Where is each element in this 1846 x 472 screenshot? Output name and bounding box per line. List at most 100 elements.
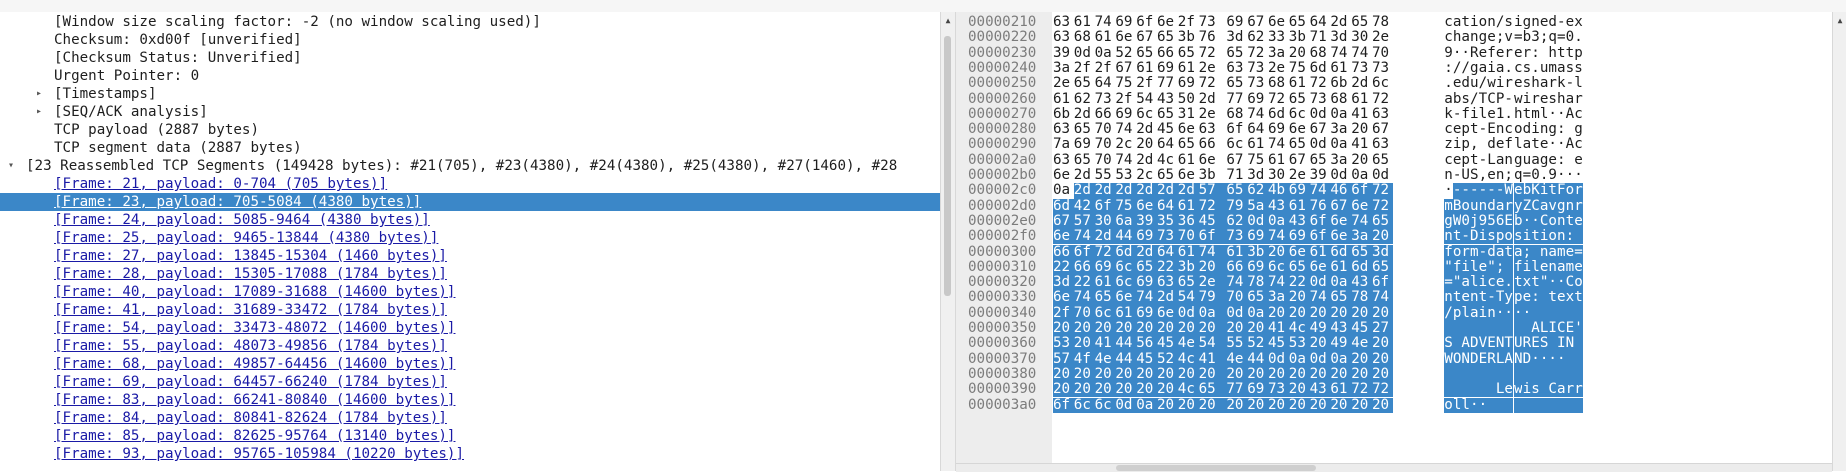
hex-byte[interactable]: 61 xyxy=(1289,75,1310,91)
hex-byte[interactable]: 6d xyxy=(1330,244,1352,260)
hex-byte[interactable]: 66 xyxy=(1053,244,1074,260)
hex-row[interactable]: 000002f0 6e 74 2d 44 69 73 70 6f 73 69 74 69 6f 6e 3a 20… xyxy=(956,228,1832,245)
hex-byte[interactable]: 73 xyxy=(1095,91,1116,107)
packet-details-tree[interactable]: [Window size scaling factor: -2 (no wind… xyxy=(0,12,940,471)
hex-byte[interactable]: 72 xyxy=(1372,182,1393,199)
hex-byte[interactable]: 78 xyxy=(1247,274,1269,291)
hex-byte[interactable]: 69 xyxy=(1074,137,1095,153)
hex-byte[interactable]: 76 xyxy=(1199,29,1227,45)
hex-byte[interactable]: 41 xyxy=(1351,137,1372,153)
hex-byte[interactable]: 65 xyxy=(1177,274,1199,291)
hex-byte[interactable]: 67 xyxy=(1053,213,1074,230)
hex-byte[interactable]: 20 xyxy=(1198,397,1227,413)
frame-link-row[interactable]: [Frame: 69, payload: 64457-66240 (1784 b… xyxy=(0,373,940,391)
hex-byte[interactable]: 74 xyxy=(1136,290,1158,306)
hex-byte[interactable]: 61 xyxy=(1330,381,1352,398)
hex-byte[interactable]: 75 xyxy=(1289,60,1310,76)
hex-byte[interactable]: 5a xyxy=(1247,198,1269,214)
hex-byte[interactable]: 65 xyxy=(1136,45,1157,61)
hex-byte[interactable]: 65 xyxy=(1226,75,1247,91)
hex-byte[interactable]: 57 xyxy=(1053,351,1074,367)
hex-byte[interactable]: 74 xyxy=(1372,290,1393,306)
hex-byte[interactable]: 65 xyxy=(1226,182,1248,199)
tree-row[interactable]: Urgent Pointer: 0 xyxy=(0,67,940,85)
hex-byte[interactable]: 2d xyxy=(1330,14,1351,30)
hex-byte[interactable]: 67 xyxy=(1289,152,1310,168)
hex-byte[interactable]: 61 xyxy=(1095,29,1116,45)
hex-byte[interactable]: 61 xyxy=(1178,152,1199,168)
hex-byte[interactable]: 65 xyxy=(1178,137,1199,153)
hex-byte[interactable]: 2d xyxy=(1115,182,1137,199)
hex-byte[interactable]: 0d xyxy=(1115,397,1137,413)
hex-byte[interactable]: 20 xyxy=(1226,366,1248,383)
hex-byte[interactable]: 63 xyxy=(1157,274,1178,291)
hex-byte[interactable]: 2d xyxy=(1157,290,1178,306)
hex-byte[interactable]: 74 xyxy=(1309,290,1331,306)
hex-byte[interactable]: 61 xyxy=(1074,14,1095,30)
hex-byte[interactable]: 20 xyxy=(1247,320,1269,337)
hex-byte[interactable]: 74 xyxy=(1351,213,1373,230)
ascii-char[interactable]: g xyxy=(1574,121,1583,137)
hex-byte[interactable]: 69 xyxy=(1247,91,1268,107)
hex-byte[interactable]: 20 xyxy=(1288,290,1310,306)
hex-byte[interactable]: 20 xyxy=(1073,320,1095,337)
hex-byte[interactable]: 68 xyxy=(1268,75,1289,91)
hex-byte[interactable]: 74 xyxy=(1095,14,1116,30)
hex-byte[interactable]: 3a xyxy=(1330,121,1351,137)
hex-byte[interactable]: 45 xyxy=(1198,213,1227,230)
hex-byte[interactable]: 4c xyxy=(1157,152,1178,168)
hex-byte[interactable]: 41 xyxy=(1198,351,1227,367)
hex-byte[interactable]: 72 xyxy=(1372,381,1393,398)
hex-byte[interactable]: 44 xyxy=(1115,335,1137,352)
frame-link[interactable]: [Frame: 68, payload: 49857-64456 (14600 … xyxy=(54,355,455,373)
ascii-char[interactable]: . xyxy=(1504,106,1513,122)
hex-byte[interactable]: 20 xyxy=(1289,45,1310,61)
hex-byte[interactable]: 6c xyxy=(1115,259,1137,276)
hex-byte[interactable]: 68 xyxy=(1226,106,1247,122)
hex-byte[interactable]: 69 xyxy=(1094,259,1116,276)
hex-row[interactable]: 00000240 3a 2f 2f 67 61 69 61 2e 63 73 2e 75 6d 61 73 73… xyxy=(956,60,1832,76)
hex-byte[interactable]: 0a xyxy=(1247,305,1269,321)
hex-byte[interactable]: 49 xyxy=(1330,335,1352,352)
hex-byte[interactable]: 22 xyxy=(1053,259,1074,276)
ascii-char[interactable]: c xyxy=(1574,137,1583,153)
ascii-char[interactable]: r xyxy=(1574,182,1583,199)
ascii-char[interactable]: v xyxy=(1504,29,1513,45)
hex-byte[interactable]: 6f xyxy=(1136,14,1157,30)
hex-byte[interactable]: 2c xyxy=(1115,137,1136,153)
tree-row[interactable]: [Window size scaling factor: -2 (no wind… xyxy=(0,13,940,31)
hex-row[interactable]: 00000290 7a 69 70 2c 20 64 65 66 6c 61 74 65 0d 0a 41 63… xyxy=(956,137,1832,153)
hex-byte[interactable]: 74 xyxy=(1115,121,1136,137)
ascii-char[interactable]: r xyxy=(1574,381,1583,398)
frame-link[interactable]: [Frame: 28, payload: 15305-17088 (1784 b… xyxy=(54,265,447,283)
tree-row[interactable]: Checksum: 0xd00f [unverified] xyxy=(0,31,940,49)
hex-byte[interactable]: 3d xyxy=(1372,244,1393,260)
hex-byte[interactable]: 3a xyxy=(1053,60,1074,76)
hex-byte[interactable]: 45 xyxy=(1268,335,1289,352)
hex-byte[interactable]: 41 xyxy=(1268,320,1289,337)
ascii-char[interactable]: A xyxy=(1504,351,1514,367)
hex-byte[interactable]: 20 xyxy=(1177,366,1199,383)
ascii-char[interactable]: ' xyxy=(1574,320,1583,337)
hex-byte[interactable]: 3a xyxy=(1268,290,1289,306)
hex-byte[interactable]: 0d xyxy=(1268,351,1289,367)
hex-byte[interactable]: 64 xyxy=(1157,198,1178,214)
hex-byte[interactable]: 64 xyxy=(1157,244,1178,260)
hex-byte[interactable]: 7a xyxy=(1053,137,1074,153)
ascii-char[interactable]: · xyxy=(1574,167,1583,183)
frame-link-row[interactable]: [Frame: 41, payload: 31689-33472 (1784 b… xyxy=(0,301,940,319)
ascii-char[interactable] xyxy=(1504,259,1514,276)
hex-byte[interactable]: 65 xyxy=(1330,290,1352,306)
hex-byte[interactable]: 63 xyxy=(1053,152,1074,168)
hex-byte[interactable]: 20 xyxy=(1351,397,1373,413)
hex-byte[interactable]: 43 xyxy=(1157,91,1178,107)
hex-byte[interactable]: 0a xyxy=(1268,213,1289,230)
hex-byte[interactable]: 0a xyxy=(1330,351,1352,367)
hex-byte[interactable]: 43 xyxy=(1330,320,1352,337)
hex-byte[interactable]: 20 xyxy=(1157,397,1178,413)
hex-byte[interactable]: 72 xyxy=(1094,244,1116,260)
hex-byte[interactable]: 20 xyxy=(1268,397,1289,413)
frame-link[interactable]: [Frame: 41, payload: 31689-33472 (1784 b… xyxy=(54,301,447,319)
hex-byte[interactable]: 6f xyxy=(1351,182,1373,199)
hex-byte[interactable]: 75 xyxy=(1115,75,1136,91)
